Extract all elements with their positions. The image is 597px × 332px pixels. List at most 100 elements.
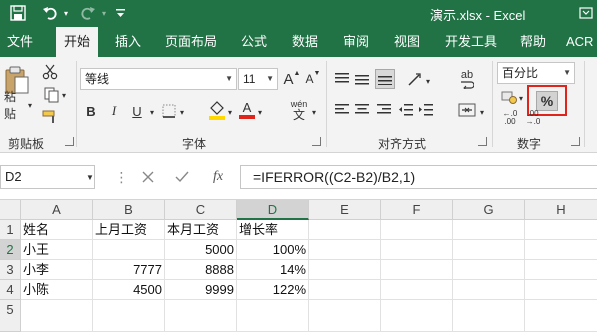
- orientation-icon[interactable]: [405, 70, 425, 88]
- cell-g2[interactable]: [453, 240, 525, 260]
- increase-indent-icon[interactable]: [417, 101, 435, 119]
- wrap-text-icon[interactable]: ab: [456, 68, 478, 90]
- increase-decimal-icon[interactable]: ←.0.00: [499, 109, 521, 127]
- customize-toolbar-icon[interactable]: [114, 4, 126, 22]
- bottom-align-icon[interactable]: [375, 69, 395, 89]
- merge-dropdown-icon[interactable]: ▾: [478, 107, 486, 117]
- row-header[interactable]: 5: [0, 300, 21, 332]
- align-right-icon[interactable]: [375, 101, 393, 119]
- column-header[interactable]: G: [453, 200, 525, 220]
- font-color-icon[interactable]: A: [238, 99, 256, 121]
- cell-g4[interactable]: [453, 280, 525, 300]
- underline-dropdown-icon[interactable]: ▾: [148, 107, 156, 117]
- decrease-decimal-icon[interactable]: .00 →.0: [522, 109, 544, 127]
- alignment-launcher-icon[interactable]: [478, 137, 487, 146]
- middle-align-icon[interactable]: [353, 70, 371, 88]
- cell-c4[interactable]: 9999: [165, 280, 237, 300]
- cell-g1[interactable]: [453, 220, 525, 240]
- cut-icon[interactable]: [40, 63, 60, 81]
- column-header[interactable]: H: [525, 200, 597, 220]
- phonetic-dropdown-icon[interactable]: ▾: [310, 107, 318, 117]
- redo-dropdown-icon[interactable]: ▾: [99, 4, 109, 22]
- cell-a2[interactable]: 小王: [21, 240, 93, 260]
- paste-button[interactable]: 粘贴 ▾: [4, 90, 32, 121]
- save-icon[interactable]: [8, 4, 28, 22]
- cell-c2[interactable]: 5000: [165, 240, 237, 260]
- cell-g3[interactable]: [453, 260, 525, 280]
- tab-formulas[interactable]: 公式: [234, 27, 274, 57]
- cell-d5[interactable]: [237, 300, 309, 332]
- name-box[interactable]: D2: [0, 165, 95, 189]
- column-header[interactable]: D: [237, 200, 309, 220]
- row-header[interactable]: 2: [0, 240, 21, 260]
- cell-a1[interactable]: 姓名: [21, 220, 93, 240]
- cell-h1[interactable]: [525, 220, 597, 240]
- cell-d2[interactable]: 100%: [237, 240, 309, 260]
- align-left-icon[interactable]: [333, 101, 351, 119]
- cancel-entry-icon[interactable]: [138, 167, 158, 187]
- cell-f3[interactable]: [381, 260, 453, 280]
- cell-b1[interactable]: 上月工资: [93, 220, 165, 240]
- format-painter-icon[interactable]: [40, 108, 60, 126]
- cell-e5[interactable]: [309, 300, 381, 332]
- font-launcher-icon[interactable]: [312, 137, 321, 146]
- cell-a5[interactable]: [21, 300, 93, 332]
- column-header[interactable]: E: [309, 200, 381, 220]
- cell-b3[interactable]: 7777: [93, 260, 165, 280]
- tab-help[interactable]: 帮助: [513, 27, 553, 57]
- underline-button[interactable]: U: [128, 101, 146, 121]
- cell-c3[interactable]: 8888: [165, 260, 237, 280]
- column-header[interactable]: F: [381, 200, 453, 220]
- tab-home[interactable]: 开始: [56, 27, 98, 57]
- cell-d3[interactable]: 14%: [237, 260, 309, 280]
- borders-icon[interactable]: [160, 101, 178, 121]
- ribbon-display-options-icon[interactable]: [578, 4, 594, 22]
- formula-input[interactable]: =IFERROR((C2-B2)/B2,1): [240, 165, 597, 189]
- undo-icon[interactable]: [40, 4, 60, 22]
- insert-function-button[interactable]: fx: [208, 167, 228, 187]
- tab-developer[interactable]: 开发工具: [440, 27, 502, 57]
- tab-file[interactable]: 文件: [0, 27, 40, 57]
- cell-c1[interactable]: 本月工资: [165, 220, 237, 240]
- cell-h2[interactable]: [525, 240, 597, 260]
- row-header[interactable]: 3: [0, 260, 21, 280]
- number-launcher-icon[interactable]: [571, 137, 580, 146]
- confirm-entry-icon[interactable]: [172, 167, 192, 187]
- cell-b5[interactable]: [93, 300, 165, 332]
- column-header[interactable]: B: [93, 200, 165, 220]
- tab-data[interactable]: 数据: [285, 27, 325, 57]
- accounting-dropdown-icon[interactable]: ▾: [517, 93, 525, 103]
- tab-review[interactable]: 审阅: [336, 27, 376, 57]
- cell-d4[interactable]: 122%: [237, 280, 309, 300]
- cell-e2[interactable]: [309, 240, 381, 260]
- accounting-format-icon[interactable]: [499, 88, 519, 106]
- phonetic-guide-button[interactable]: wén 文: [286, 98, 312, 122]
- cell-e1[interactable]: [309, 220, 381, 240]
- decrease-font-size-button[interactable]: A ▼: [304, 70, 322, 88]
- cell-f5[interactable]: [381, 300, 453, 332]
- clipboard-launcher-icon[interactable]: [65, 137, 74, 146]
- tab-view[interactable]: 视图: [387, 27, 427, 57]
- orientation-dropdown-icon[interactable]: ▾: [424, 76, 432, 86]
- cell-h5[interactable]: [525, 300, 597, 332]
- borders-dropdown-icon[interactable]: ▾: [178, 107, 186, 117]
- cell-a4[interactable]: 小陈: [21, 280, 93, 300]
- column-header[interactable]: C: [165, 200, 237, 220]
- undo-dropdown-icon[interactable]: ▾: [61, 4, 71, 22]
- cell-e4[interactable]: [309, 280, 381, 300]
- redo-icon[interactable]: [78, 4, 98, 22]
- cell-b4[interactable]: 4500: [93, 280, 165, 300]
- tab-insert[interactable]: 插入: [108, 27, 148, 57]
- number-format-combo[interactable]: 百分比 ▼: [497, 62, 575, 84]
- tab-acrobat[interactable]: ACR: [566, 27, 597, 57]
- cell-h3[interactable]: [525, 260, 597, 280]
- italic-button[interactable]: I: [105, 101, 123, 121]
- decrease-indent-icon[interactable]: [397, 101, 415, 119]
- font-size-combo[interactable]: 11 ▼: [238, 68, 278, 90]
- increase-font-size-button[interactable]: A ▲: [283, 70, 301, 88]
- cell-h4[interactable]: [525, 280, 597, 300]
- cell-g5[interactable]: [453, 300, 525, 332]
- fill-color-icon[interactable]: [207, 99, 227, 121]
- copy-icon[interactable]: ▾: [40, 86, 70, 104]
- cell-e3[interactable]: [309, 260, 381, 280]
